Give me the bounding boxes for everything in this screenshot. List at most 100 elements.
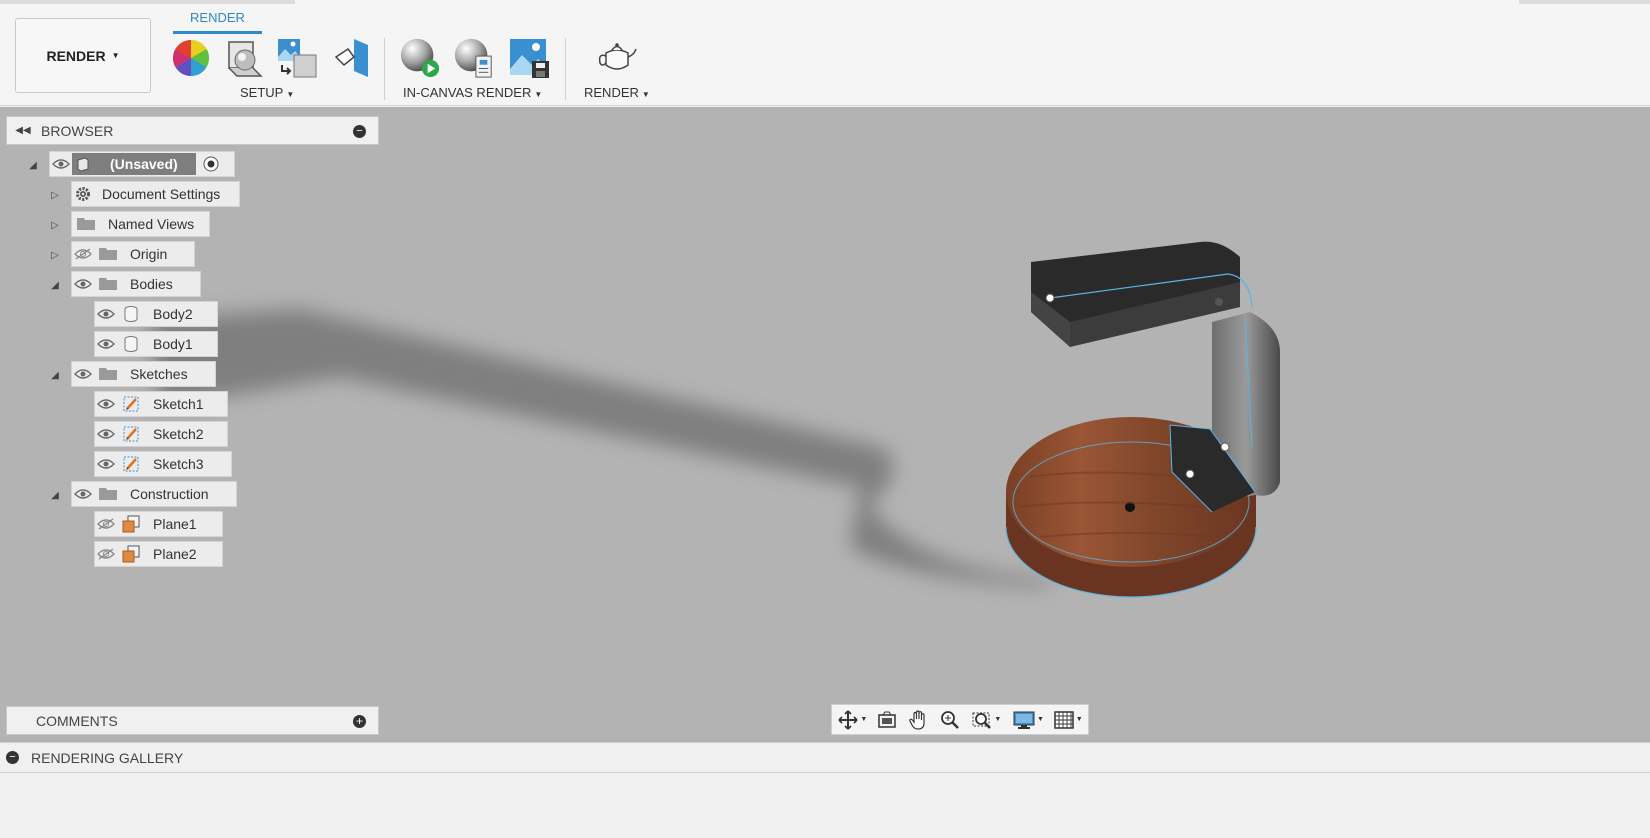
item-label: Body1 [153, 336, 193, 352]
look-at-icon [877, 711, 896, 728]
root-label: (Unsaved) [110, 156, 178, 172]
browser-title: BROWSER [41, 122, 114, 139]
collapse-triangle-icon[interactable]: ◢ [48, 278, 62, 292]
render-button[interactable] [596, 36, 638, 80]
chevron-down-icon: ▼ [286, 90, 295, 99]
item-label: Document Settings [102, 186, 221, 202]
look-at-button[interactable] [872, 707, 902, 733]
item-label: Sketches [130, 366, 188, 382]
plane-icon [117, 543, 145, 565]
eye-icon[interactable] [95, 423, 117, 445]
setup-group-dropdown[interactable]: SETUP ▼ [240, 85, 294, 100]
add-comment-icon[interactable]: + [353, 715, 366, 728]
activate-radio-icon[interactable] [200, 153, 222, 175]
in-canvas-render-icon [400, 38, 440, 78]
item-label: Plane1 [153, 516, 197, 532]
item-label: Body2 [153, 306, 193, 322]
render-group-dropdown[interactable]: RENDER ▼ [584, 85, 650, 100]
eye-icon[interactable] [72, 273, 94, 295]
toolbar-divider [565, 38, 566, 100]
capture-image-button[interactable] [508, 36, 550, 80]
title-strip-right [1519, 0, 1650, 4]
appearance-button[interactable] [170, 36, 212, 80]
toolbar-divider [384, 38, 385, 100]
collapse-triangle-icon[interactable]: ◢ [48, 368, 62, 382]
orbit-button[interactable]: ▼ [836, 707, 870, 733]
display-settings-button[interactable]: ▼ [1009, 707, 1049, 733]
browser-item-plane2[interactable]: Plane2 [94, 541, 223, 567]
browser-item-named-views[interactable]: Named Views [71, 211, 210, 237]
item-label: Origin [130, 246, 168, 262]
item-label: Sketch2 [153, 426, 204, 442]
chevron-down-icon: ▼ [534, 90, 543, 99]
collapse-panel-icon[interactable]: ◀◀ [11, 125, 35, 136]
grid-settings-button[interactable]: ▼ [1050, 707, 1086, 733]
browser-item-construction[interactable]: Construction [71, 481, 237, 507]
browser-item-body2[interactable]: Body2 [94, 301, 218, 327]
body-icon [117, 303, 145, 325]
expand-triangle-icon[interactable]: ▷ [48, 248, 62, 262]
sketch-icon [117, 453, 145, 475]
model-shadow [150, 309, 1060, 587]
item-label: Named Views [108, 216, 195, 232]
in-canvas-render-settings-button[interactable] [453, 36, 495, 80]
eye-icon[interactable] [95, 453, 117, 475]
scene-settings-button[interactable] [222, 36, 264, 80]
viewport-canvas[interactable] [0, 107, 1650, 742]
texture-map-icon [278, 39, 317, 78]
eye-icon[interactable] [72, 363, 94, 385]
browser-item-document-settings[interactable]: Document Settings [71, 181, 240, 207]
browser-item-bodies[interactable]: Bodies [71, 271, 201, 297]
rendering-gallery-header[interactable]: − RENDERING GALLERY [0, 742, 1650, 773]
eye-icon[interactable] [50, 153, 72, 175]
eye-hidden-icon[interactable] [72, 243, 94, 265]
minimize-icon[interactable]: − [353, 125, 366, 138]
browser-item-sketch2[interactable]: Sketch2 [94, 421, 228, 447]
workspace-switcher-button[interactable]: RENDER ▼ [15, 18, 151, 93]
pan-button[interactable] [903, 707, 933, 733]
tab-render[interactable]: RENDER [173, 10, 262, 34]
chevron-down-icon: ▼ [1037, 716, 1044, 723]
ribbon-toolbar: RENDER ▼ RENDER SETUP ▼ IN-CANVAS RENDER… [0, 0, 1650, 106]
appearance-icon [172, 39, 210, 77]
eye-icon[interactable] [95, 303, 117, 325]
folder-icon [94, 243, 122, 265]
collapse-triangle-icon[interactable]: ◢ [48, 488, 62, 502]
texture-map-button[interactable] [276, 36, 318, 80]
collapse-triangle-icon[interactable]: ◢ [26, 158, 40, 172]
eye-hidden-icon[interactable] [95, 513, 117, 535]
in-canvas-render-button[interactable] [399, 36, 441, 80]
expand-triangle-icon[interactable]: ▷ [48, 188, 62, 202]
chevron-down-icon: ▼ [641, 90, 650, 99]
browser-item-body1[interactable]: Body1 [94, 331, 218, 357]
browser-item-sketch1[interactable]: Sketch1 [94, 391, 228, 417]
in-canvas-render-group-dropdown[interactable]: IN-CANVAS RENDER ▼ [403, 85, 542, 100]
browser-item-sketch3[interactable]: Sketch3 [94, 451, 232, 477]
item-label: Sketch1 [153, 396, 204, 412]
browser-panel-header[interactable]: ◀◀ BROWSER − [6, 116, 379, 145]
eye-icon[interactable] [72, 483, 94, 505]
grid-icon [1053, 710, 1074, 729]
browser-item-sketches[interactable]: Sketches [71, 361, 216, 387]
navigation-bar: ▼ ▼ ▼ ▼ [831, 704, 1089, 735]
decal-button[interactable] [330, 36, 372, 80]
zoom-button[interactable] [935, 707, 965, 733]
plane-icon [117, 513, 145, 535]
eye-hidden-icon[interactable] [95, 543, 117, 565]
expand-triangle-icon[interactable]: ▷ [48, 218, 62, 232]
eye-icon[interactable] [95, 333, 117, 355]
minimize-icon[interactable]: − [6, 751, 19, 764]
browser-item-plane1[interactable]: Plane1 [94, 511, 223, 537]
browser-item-origin[interactable]: Origin [71, 241, 195, 267]
eye-icon[interactable] [95, 393, 117, 415]
browser-root-node[interactable]: (Unsaved) [49, 151, 235, 177]
body-icon [117, 333, 145, 355]
orbit-icon [838, 709, 858, 730]
comments-title: COMMENTS [36, 712, 118, 729]
fit-button[interactable]: ▼ [967, 707, 1007, 733]
pan-hand-icon [909, 709, 925, 730]
gear-icon [72, 183, 94, 205]
zoom-window-icon [972, 712, 992, 729]
item-label: Sketch3 [153, 456, 204, 472]
comments-panel-header[interactable]: COMMENTS + [6, 706, 379, 735]
